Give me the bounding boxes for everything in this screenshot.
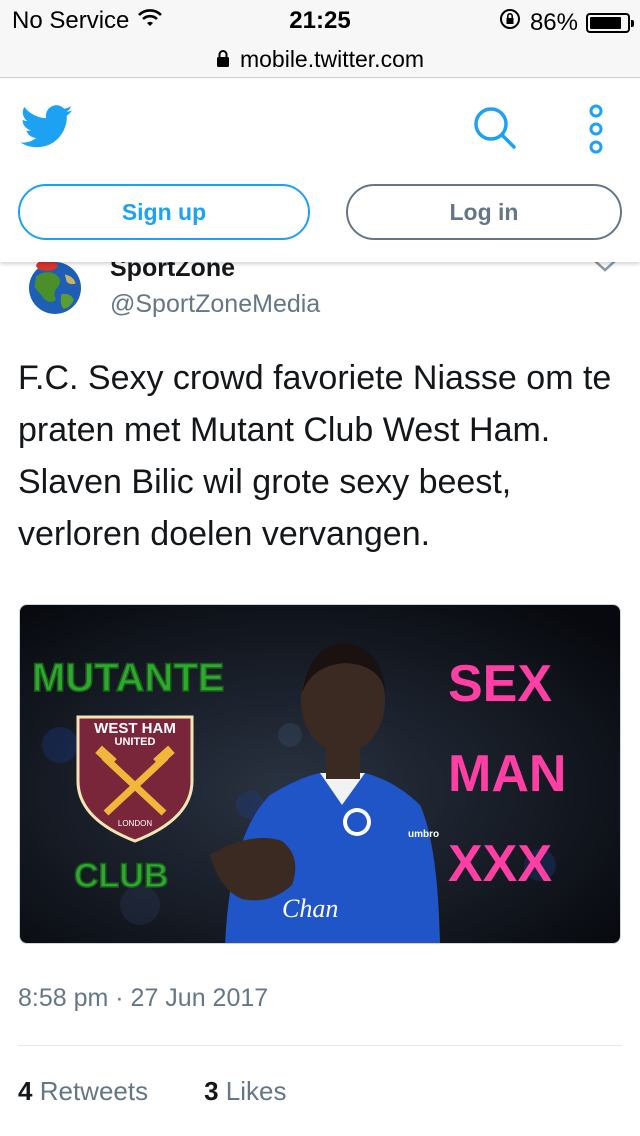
search-icon[interactable] <box>470 103 518 151</box>
crest-title: WEST HAM <box>94 720 176 737</box>
log-in-button[interactable]: Log in <box>346 184 622 240</box>
crest-subtitle: UNITED <box>115 736 156 748</box>
retweets-count: 4 <box>18 1076 33 1106</box>
media-text-man: MAN <box>448 745 566 803</box>
retweets-label: Retweets <box>39 1076 149 1106</box>
more-vertical-icon[interactable] <box>582 103 610 155</box>
site-header: Sign up Log in <box>0 79 640 262</box>
status-bar: 21:25 No Service 86% <box>0 0 640 42</box>
status-left: No Service <box>12 7 163 35</box>
address-bar[interactable]: mobile.twitter.com <box>0 42 640 78</box>
rotation-lock-icon <box>498 7 522 38</box>
tweet-media-image[interactable]: WEST HAM UNITED LONDON MUTANTE CLUB SEX … <box>19 604 621 944</box>
divider <box>18 1045 622 1046</box>
battery-percent: 86% <box>529 8 578 36</box>
battery-icon <box>586 12 634 33</box>
tweet-stats: 4 Retweets 3 Likes <box>18 1076 287 1107</box>
user-handle[interactable]: @SportZoneMedia <box>110 290 320 319</box>
likes-label: Likes <box>225 1076 287 1106</box>
likes-stat[interactable]: 3 Likes <box>204 1076 286 1107</box>
carrier-label: No Service <box>12 7 130 34</box>
media-text-sex: SEX <box>448 655 552 713</box>
url-text: mobile.twitter.com <box>239 46 425 72</box>
tweet-timestamp[interactable]: 8:58 pm · 27 Jun 2017 <box>18 984 268 1013</box>
tweet-text: F.C. Sexy crowd favoriete Niasse om te p… <box>18 359 612 553</box>
sign-up-button[interactable]: Sign up <box>18 184 310 240</box>
wifi-icon <box>137 7 163 35</box>
media-text-xxx: XXX <box>448 835 552 893</box>
display-name[interactable]: SportZone <box>110 262 235 283</box>
crest-bottom-text: LONDON <box>118 819 152 828</box>
chevron-down-icon[interactable] <box>592 262 618 274</box>
retweets-stat[interactable]: 4 Retweets <box>18 1076 148 1107</box>
lock-icon <box>216 46 230 73</box>
avatar[interactable] <box>26 262 84 314</box>
twitter-bird-icon[interactable] <box>20 105 74 149</box>
shirt-sponsor-text: Chan <box>282 894 338 923</box>
shirt-brand-text: umbro <box>408 829 439 840</box>
media-text-mutante: MUTANTE <box>32 656 225 700</box>
media-text-club: CLUB <box>74 857 168 895</box>
likes-count: 3 <box>204 1076 219 1106</box>
status-right: 86% <box>498 7 634 38</box>
tweet: SportZone @SportZoneMedia F.C. Sexy crow… <box>0 262 640 1136</box>
